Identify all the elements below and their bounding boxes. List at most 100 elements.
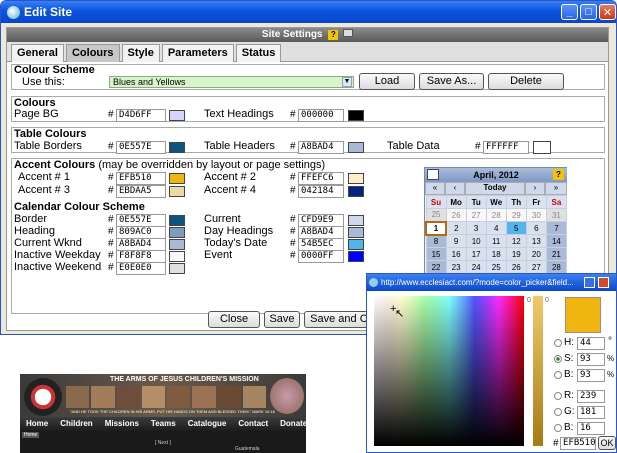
tab-colours[interactable]: Colours bbox=[65, 44, 120, 62]
table-headers-swatch[interactable] bbox=[348, 142, 364, 153]
calendar-day[interactable]: 2 bbox=[445, 221, 467, 235]
cal-inactive-weekday-swatch[interactable] bbox=[169, 251, 185, 262]
nav-children[interactable]: Children bbox=[60, 417, 92, 431]
calendar-day[interactable]: 12 bbox=[505, 234, 527, 248]
calendar-day[interactable]: 25 bbox=[425, 208, 447, 222]
calendar-day[interactable]: 27 bbox=[465, 208, 487, 222]
calendar-day[interactable]: 25 bbox=[485, 260, 507, 274]
tab-style[interactable]: Style bbox=[121, 44, 160, 62]
calendar-help-icon[interactable]: ? bbox=[553, 169, 564, 180]
tab-status[interactable]: Status bbox=[235, 44, 282, 62]
table-headers-input[interactable]: A8BAD4 bbox=[298, 141, 344, 154]
calendar-day-today[interactable]: 5 bbox=[505, 221, 527, 235]
next-link[interactable]: [ Next ] bbox=[155, 440, 171, 446]
r-input[interactable]: 239 bbox=[577, 390, 605, 403]
calendar-day[interactable]: 10 bbox=[465, 234, 487, 248]
calendar-day[interactable]: 29 bbox=[505, 208, 527, 222]
calendar-day[interactable]: 16 bbox=[445, 247, 467, 261]
radio-s-selected[interactable] bbox=[554, 355, 562, 363]
close-button[interactable]: Close bbox=[208, 311, 260, 328]
cal-current-wknd-swatch[interactable] bbox=[169, 239, 185, 250]
cal-heading-swatch[interactable] bbox=[169, 227, 185, 238]
hex-input[interactable]: EFB510 bbox=[560, 437, 596, 450]
calendar-day[interactable]: 21 bbox=[545, 247, 568, 261]
text-headings-input[interactable]: 000000 bbox=[298, 109, 344, 122]
breadcrumb[interactable]: Home bbox=[22, 432, 40, 438]
calendar-day[interactable]: 13 bbox=[525, 234, 547, 248]
colour-scheme-select[interactable]: Blues and Yellows ▼ bbox=[109, 76, 354, 88]
accent-4-input[interactable]: 042184 bbox=[298, 185, 344, 198]
accent-4-swatch[interactable] bbox=[348, 186, 364, 197]
accent-1-swatch[interactable] bbox=[169, 173, 185, 184]
calendar-day[interactable]: 20 bbox=[525, 247, 547, 261]
nav-donate[interactable]: Donate bbox=[280, 417, 307, 431]
calendar-day[interactable]: 23 bbox=[445, 260, 467, 274]
nav-contact[interactable]: Contact bbox=[238, 417, 268, 431]
calendar-day[interactable]: 6 bbox=[525, 221, 547, 235]
tab-general[interactable]: General bbox=[11, 44, 64, 62]
cal-event-input[interactable]: 0000FF bbox=[298, 250, 344, 263]
picker-titlebar[interactable]: http://www.ecclesiact.com/?mode=color_pi… bbox=[367, 274, 616, 291]
calendar-day[interactable]: 19 bbox=[505, 247, 527, 261]
help-icon[interactable]: ? bbox=[328, 30, 339, 40]
today-button[interactable]: Today bbox=[465, 182, 525, 195]
radio-b[interactable] bbox=[554, 371, 562, 379]
radio-h[interactable] bbox=[554, 339, 562, 347]
radio-blue[interactable] bbox=[554, 424, 562, 432]
calendar-day[interactable]: 3 bbox=[465, 221, 487, 235]
maximize-button[interactable]: □ bbox=[580, 4, 597, 20]
calendar-day[interactable]: 9 bbox=[445, 234, 467, 248]
print-icon[interactable] bbox=[343, 29, 354, 37]
calendar-day[interactable]: 26 bbox=[445, 208, 467, 222]
cal-border-swatch[interactable] bbox=[169, 215, 185, 226]
calendar-day[interactable]: 8 bbox=[425, 234, 447, 248]
calendar-day[interactable]: 31 bbox=[545, 208, 568, 222]
text-headings-swatch[interactable] bbox=[348, 110, 364, 121]
g-input[interactable]: 181 bbox=[577, 406, 605, 419]
table-borders-input[interactable]: 0E557E bbox=[116, 141, 166, 154]
accent-2-input[interactable]: FFEFC6 bbox=[298, 172, 344, 185]
calendar-day[interactable]: 11 bbox=[485, 234, 507, 248]
calendar-day[interactable]: 30 bbox=[525, 208, 547, 222]
ok-button[interactable]: OK bbox=[598, 436, 616, 450]
table-data-swatch[interactable] bbox=[533, 141, 551, 154]
radio-r[interactable] bbox=[554, 392, 562, 400]
radio-g[interactable] bbox=[554, 408, 562, 416]
cal-current-swatch[interactable] bbox=[348, 215, 364, 226]
save-button[interactable]: Save bbox=[264, 311, 300, 328]
delete-button[interactable]: Delete bbox=[488, 73, 564, 90]
calendar-day[interactable]: 18 bbox=[485, 247, 507, 261]
page-bg-input[interactable]: D4D6FF bbox=[116, 109, 166, 122]
next-month-button[interactable]: › bbox=[525, 182, 545, 195]
nav-catalogue[interactable]: Catalogue bbox=[188, 417, 227, 431]
tab-parameters[interactable]: Parameters bbox=[161, 44, 234, 62]
s-input[interactable]: 93 bbox=[577, 353, 605, 366]
prev-month-button[interactable]: ‹ bbox=[445, 182, 465, 195]
next-year-button[interactable]: » bbox=[545, 182, 567, 195]
blue-input[interactable]: 16 bbox=[577, 422, 605, 435]
calendar-day[interactable]: 17 bbox=[465, 247, 487, 261]
calendar-day[interactable]: 4 bbox=[485, 221, 507, 235]
prev-year-button[interactable]: « bbox=[425, 182, 445, 195]
calendar-day[interactable]: 24 bbox=[465, 260, 487, 274]
calendar-day[interactable]: 28 bbox=[545, 260, 568, 274]
table-data-input[interactable]: FFFFFF bbox=[483, 141, 529, 154]
calendar-day[interactable]: 15 bbox=[425, 247, 447, 261]
page-bg-swatch[interactable] bbox=[169, 110, 185, 121]
brightness-slider[interactable] bbox=[533, 296, 543, 446]
close-window-button[interactable]: ✕ bbox=[599, 4, 616, 20]
table-borders-swatch[interactable] bbox=[169, 142, 185, 153]
picker-close-button[interactable] bbox=[598, 277, 609, 288]
save-as-button[interactable]: Save As... bbox=[419, 73, 484, 90]
calendar-day[interactable]: 27 bbox=[525, 260, 547, 274]
nav-home[interactable]: Home bbox=[26, 417, 48, 431]
b-input[interactable]: 93 bbox=[577, 369, 605, 382]
window-titlebar[interactable]: Edit Site bbox=[1, 1, 616, 23]
nav-teams[interactable]: Teams bbox=[151, 417, 176, 431]
accent-3-input[interactable]: EBDAA5 bbox=[116, 185, 166, 198]
cal-inactive-weekend-input[interactable]: E0E0E0 bbox=[116, 262, 166, 275]
cal-inactive-weekend-swatch[interactable] bbox=[169, 263, 185, 274]
chevron-down-icon[interactable]: ▼ bbox=[342, 77, 352, 87]
accent-2-swatch[interactable] bbox=[348, 173, 364, 184]
calendar-day-selected[interactable]: 1 bbox=[424, 220, 448, 236]
